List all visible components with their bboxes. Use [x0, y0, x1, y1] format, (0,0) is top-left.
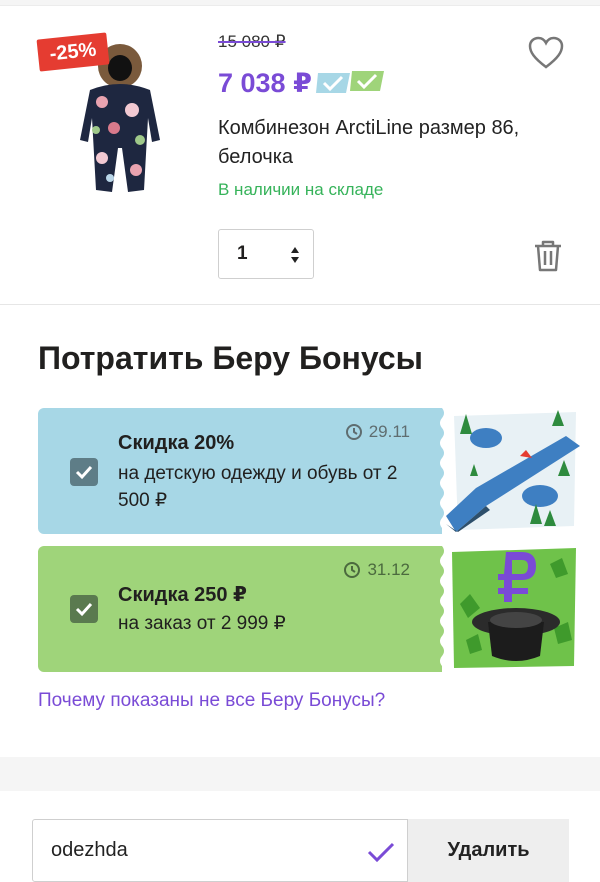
bonuses-title: Потратить Беру Бонусы [38, 340, 423, 376]
coupon-checkbox[interactable] [70, 458, 98, 486]
section-separator [0, 757, 600, 791]
quantity-value: 1 [237, 243, 248, 264]
old-price: 15 080 ₽ [218, 32, 286, 51]
product-title[interactable]: Комбинезон ArctiLine размер 86, белочка [218, 114, 548, 172]
up-down-arrows-icon [291, 247, 299, 263]
coupon-edge [436, 408, 444, 534]
heart-icon[interactable] [528, 36, 564, 70]
coupon-edge [436, 546, 444, 672]
bonus-coupon[interactable]: Скидка 250 ₽ на заказ от 2 999 ₽ 31.12 [38, 546, 444, 672]
bonus-coupon[interactable]: Скидка 20% на детскую одежду и обувь от … [38, 408, 444, 534]
magic-hat-illustration [452, 548, 576, 668]
coupon-description: на детскую одежду и обувь от 2 500 ₽ [118, 463, 398, 511]
winter-river-illustration [446, 410, 580, 532]
stock-status: В наличии на складе [218, 180, 384, 199]
promo-code-input[interactable]: odezhda [32, 819, 408, 882]
coupon-expiry: 29.11 [345, 422, 410, 442]
coupon-heading: Скидка 250 ₽ [118, 584, 247, 606]
clock-icon [345, 424, 362, 440]
delete-promo-button[interactable]: Удалить [408, 819, 569, 882]
why-not-all-bonuses-link[interactable]: Почему показаны не все Беру Бонусы? [38, 690, 385, 712]
check-icon [367, 842, 395, 863]
coupon-expiry-date: 29.11 [368, 422, 410, 441]
check-icon [75, 602, 93, 617]
check-badges-icon [316, 71, 384, 93]
cart-item: -25% 15 080 ₽ 7 038 ₽ Комбинезон ArctiLi… [0, 6, 600, 305]
coupon-expiry-date: 31.12 [367, 560, 410, 579]
check-icon [75, 465, 93, 480]
coupon-description: на заказ от 2 999 ₽ [118, 613, 286, 634]
coupon-expiry: 31.12 [343, 560, 410, 580]
coupon-heading: Скидка 20% [118, 432, 235, 454]
current-price: 7 038 ₽ [218, 68, 312, 98]
quantity-select[interactable]: 1 [218, 229, 314, 279]
trash-icon[interactable] [532, 239, 564, 273]
promo-code-value: odezhda [51, 839, 128, 861]
coupon-checkbox[interactable] [70, 595, 98, 623]
clock-icon [344, 562, 361, 578]
